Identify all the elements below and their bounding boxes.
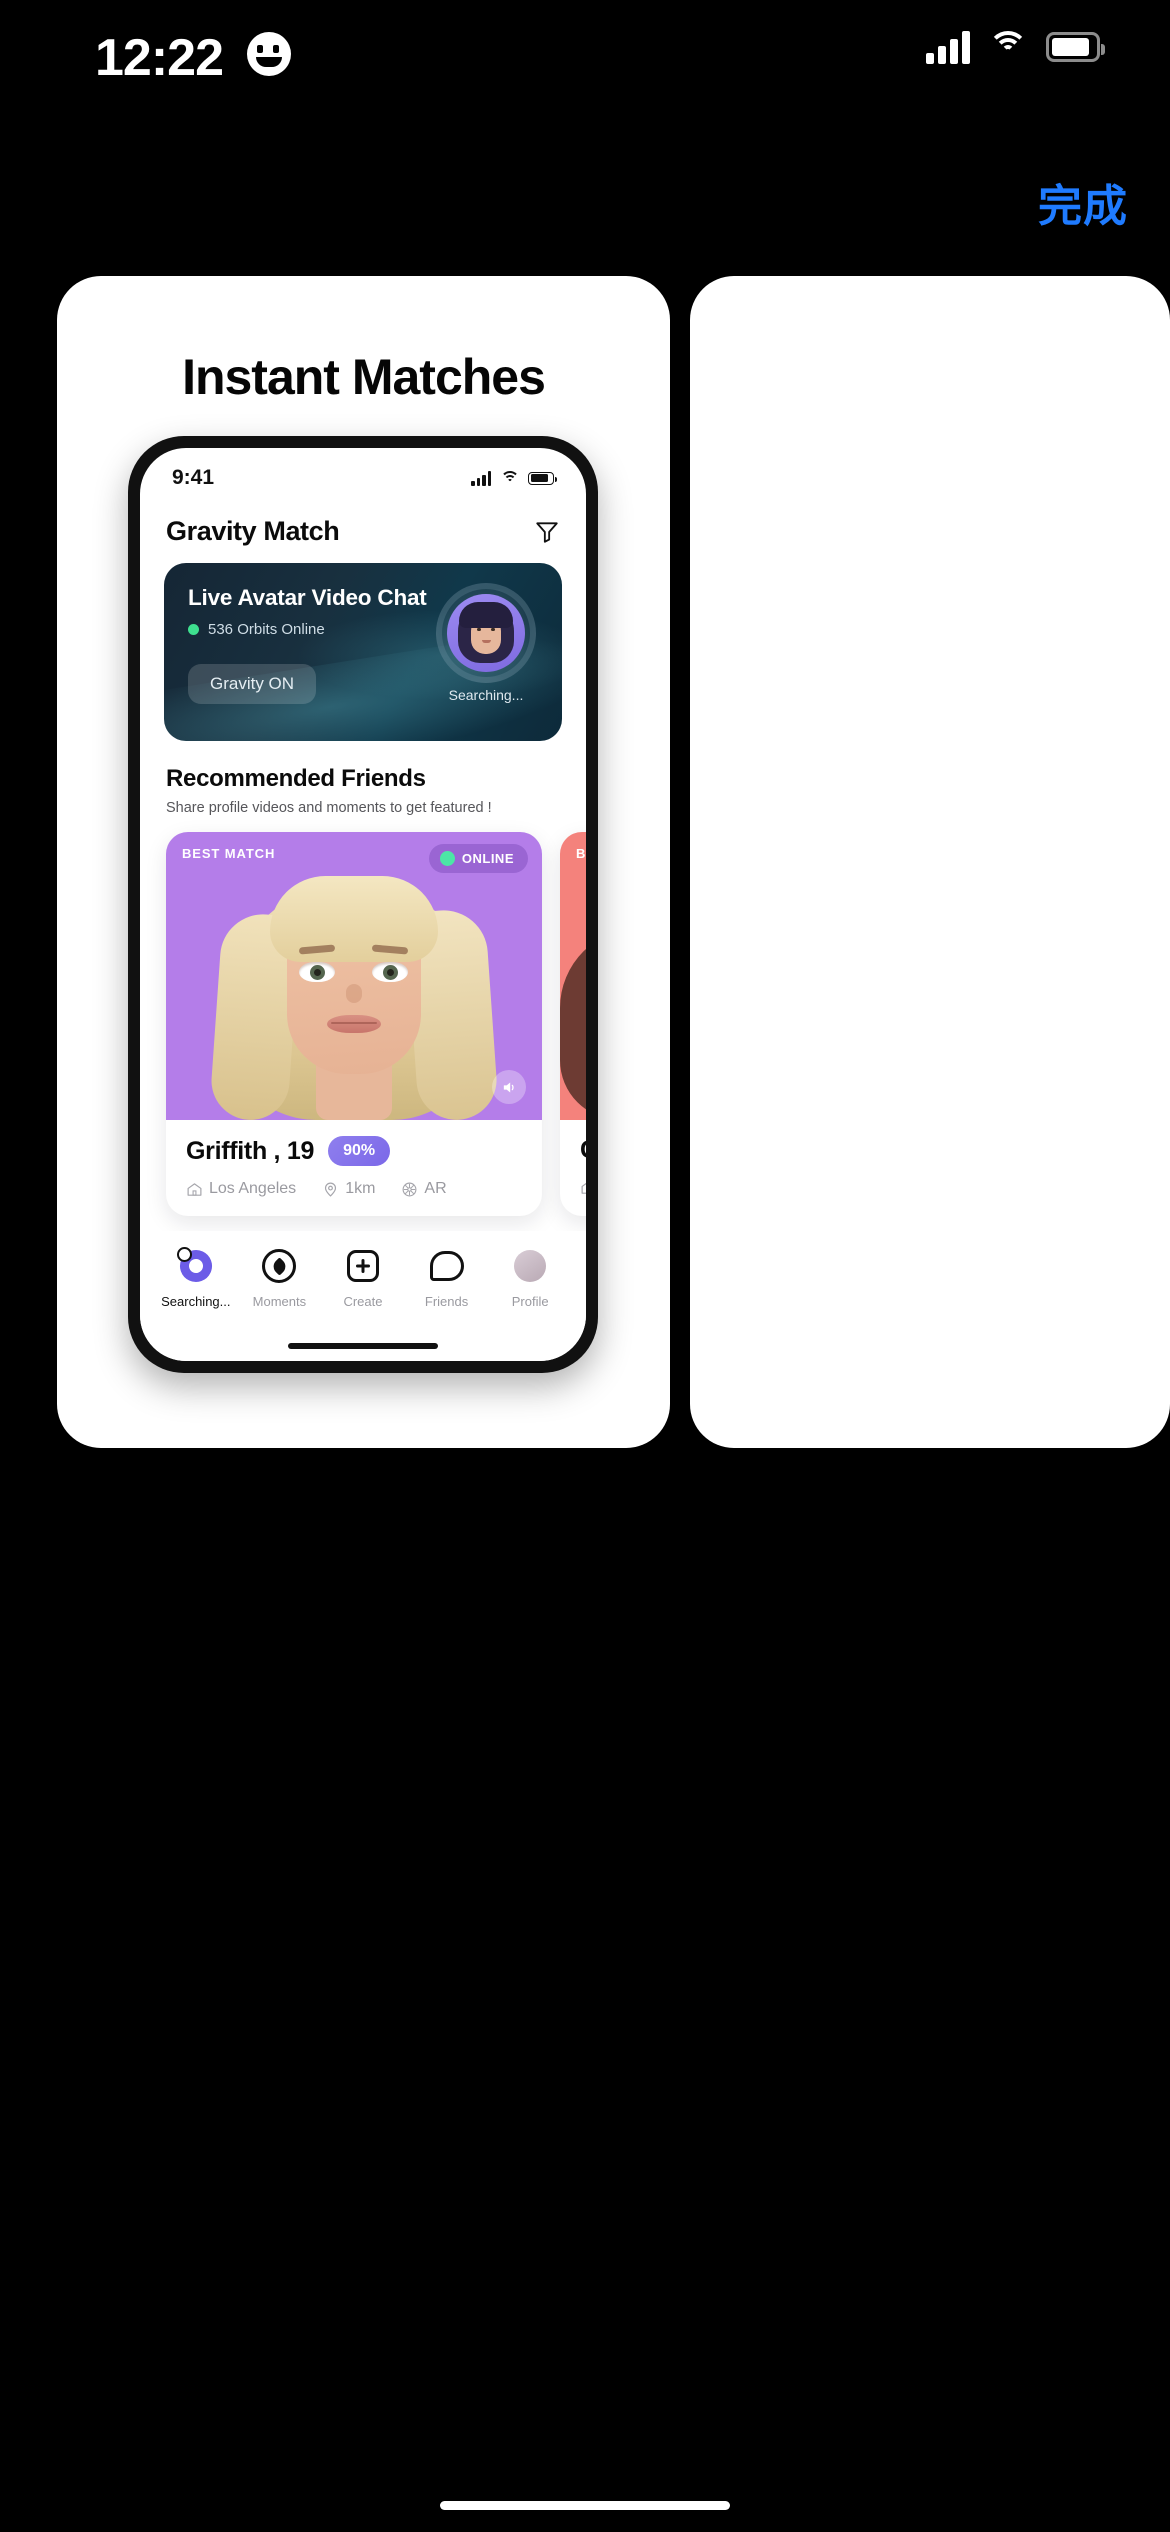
avatar-fringe xyxy=(459,602,513,628)
wifi-icon xyxy=(988,31,1028,63)
ar-star-icon xyxy=(402,1182,417,1196)
phone-wifi-icon xyxy=(500,470,519,486)
banner-avatar[interactable] xyxy=(436,583,536,683)
phone-status-bar: 9:41 xyxy=(140,448,586,502)
tab-friends[interactable]: Friends xyxy=(405,1247,489,1309)
bottom-navigation: Searching... Moments Create Friends Prof… xyxy=(140,1231,586,1361)
profile-meta-row: Los Angeles 1km AR xyxy=(186,1180,522,1198)
os-status-bar: 12:22 xyxy=(0,0,1170,130)
match-percent-badge: 90% xyxy=(328,1136,391,1166)
done-button[interactable]: 完成 xyxy=(1038,170,1128,234)
online-dot-icon xyxy=(188,624,199,635)
avatar-lips xyxy=(327,1015,381,1033)
profile-ar: AR xyxy=(401,1180,447,1198)
avatar-eye-left xyxy=(299,962,335,982)
tab-label: Create xyxy=(343,1294,383,1309)
avatar-fringe xyxy=(270,876,438,962)
profile-card-image: BEST MATCH xyxy=(560,832,586,1120)
os-clock: 12:22 xyxy=(95,29,224,87)
smiley-face-icon xyxy=(247,32,291,76)
profile-avatar-illustration xyxy=(560,910,586,1120)
tab-create[interactable]: Create xyxy=(321,1247,405,1309)
phone-clock: 9:41 xyxy=(172,466,215,489)
tab-moments[interactable]: Moments xyxy=(238,1247,322,1309)
profile-card-info: G xyxy=(560,1120,586,1214)
profile-card-info: Griffith , 19 90% Los Angeles 1km AR xyxy=(166,1120,542,1216)
home-icon xyxy=(187,1182,202,1196)
profile-card-image: BEST MATCH ONLINE xyxy=(166,832,542,1120)
instant-matches-sheet: Instant Matches Connect With New Friends… xyxy=(57,276,670,1448)
tab-label: Searching... xyxy=(161,1294,231,1309)
profile-distance-label: 1km xyxy=(345,1180,376,1197)
live-video-chat-banner[interactable]: Live Avatar Video Chat 536 Orbits Online… xyxy=(164,563,562,741)
tab-label: Friends xyxy=(424,1294,469,1309)
next-sheet-peek[interactable] xyxy=(690,276,1170,1448)
page-title: Instant Matches xyxy=(182,349,546,405)
plus-square-icon xyxy=(344,1247,382,1285)
gravity-toggle-button[interactable]: Gravity ON xyxy=(188,664,317,704)
phone-cellular-icon xyxy=(471,470,491,486)
avatar-eye-left xyxy=(477,628,481,631)
app-title: Gravity Match xyxy=(166,516,340,546)
profile-ar-label: AR xyxy=(424,1180,447,1197)
banner-avatar-caption: Searching... xyxy=(448,687,524,703)
recommended-subtitle: Share profile videos and moments to get … xyxy=(166,800,492,816)
profile-name-row: Griffith , 19 90% xyxy=(186,1136,522,1166)
home-icon xyxy=(581,1182,586,1194)
compass-icon xyxy=(260,1247,298,1285)
avatar-eye-right xyxy=(491,628,495,631)
filter-funnel-icon[interactable] xyxy=(534,519,560,545)
banner-online-count: 536 Orbits Online xyxy=(208,621,325,638)
cellular-signal-icon xyxy=(926,30,970,64)
avatar-icon xyxy=(511,1247,549,1285)
profile-card[interactable]: BEST MATCH ONLINE Griffith , 19 90% Los … xyxy=(166,832,542,1216)
phone-screen: 9:41 Gravity Match Live Avatar Video Cha… xyxy=(140,448,586,1361)
profile-avatar-illustration xyxy=(204,852,504,1120)
phone-mockup: 9:41 Gravity Match Live Avatar Video Cha… xyxy=(128,436,598,1373)
phone-status-icons xyxy=(471,470,557,486)
recommended-friends-section: Recommended Friends Share profile videos… xyxy=(140,741,586,816)
app-header: Gravity Match xyxy=(140,502,586,557)
tab-label: Profile xyxy=(511,1294,549,1309)
os-status-icons xyxy=(926,30,1105,64)
profile-distance: 1km xyxy=(322,1180,375,1198)
profile-name: Griffith , 19 xyxy=(186,1136,315,1165)
banner-avatar-image xyxy=(447,594,525,672)
best-match-tag: BEST MATCH xyxy=(576,846,586,861)
phone-battery-icon xyxy=(528,471,557,485)
avatar-hair xyxy=(560,928,586,1120)
profile-city-label: Los Angeles xyxy=(209,1180,297,1197)
tab-searching[interactable]: Searching... xyxy=(154,1245,238,1309)
profile-name: G xyxy=(580,1136,586,1165)
chat-bubble-icon xyxy=(428,1247,466,1285)
recommended-cards-rail[interactable]: BEST MATCH ONLINE Griffith , 19 90% Los … xyxy=(140,832,586,1216)
sound-toggle-icon[interactable] xyxy=(492,1070,526,1104)
os-home-indicator[interactable] xyxy=(440,2501,730,2510)
avatar-eye-right xyxy=(372,962,408,982)
profile-card[interactable]: BEST MATCH G xyxy=(560,832,586,1216)
location-pin-icon xyxy=(325,1182,337,1197)
battery-icon xyxy=(1046,32,1105,62)
avatar-nose xyxy=(346,984,362,1003)
phone-home-indicator xyxy=(288,1343,438,1349)
tab-profile[interactable]: Profile xyxy=(488,1247,572,1309)
tab-label: Moments xyxy=(252,1294,307,1309)
profile-meta-row xyxy=(580,1179,586,1196)
search-orbit-icon xyxy=(175,1245,217,1287)
profile-city: Los Angeles xyxy=(186,1180,296,1198)
recommended-title: Recommended Friends xyxy=(166,765,426,792)
